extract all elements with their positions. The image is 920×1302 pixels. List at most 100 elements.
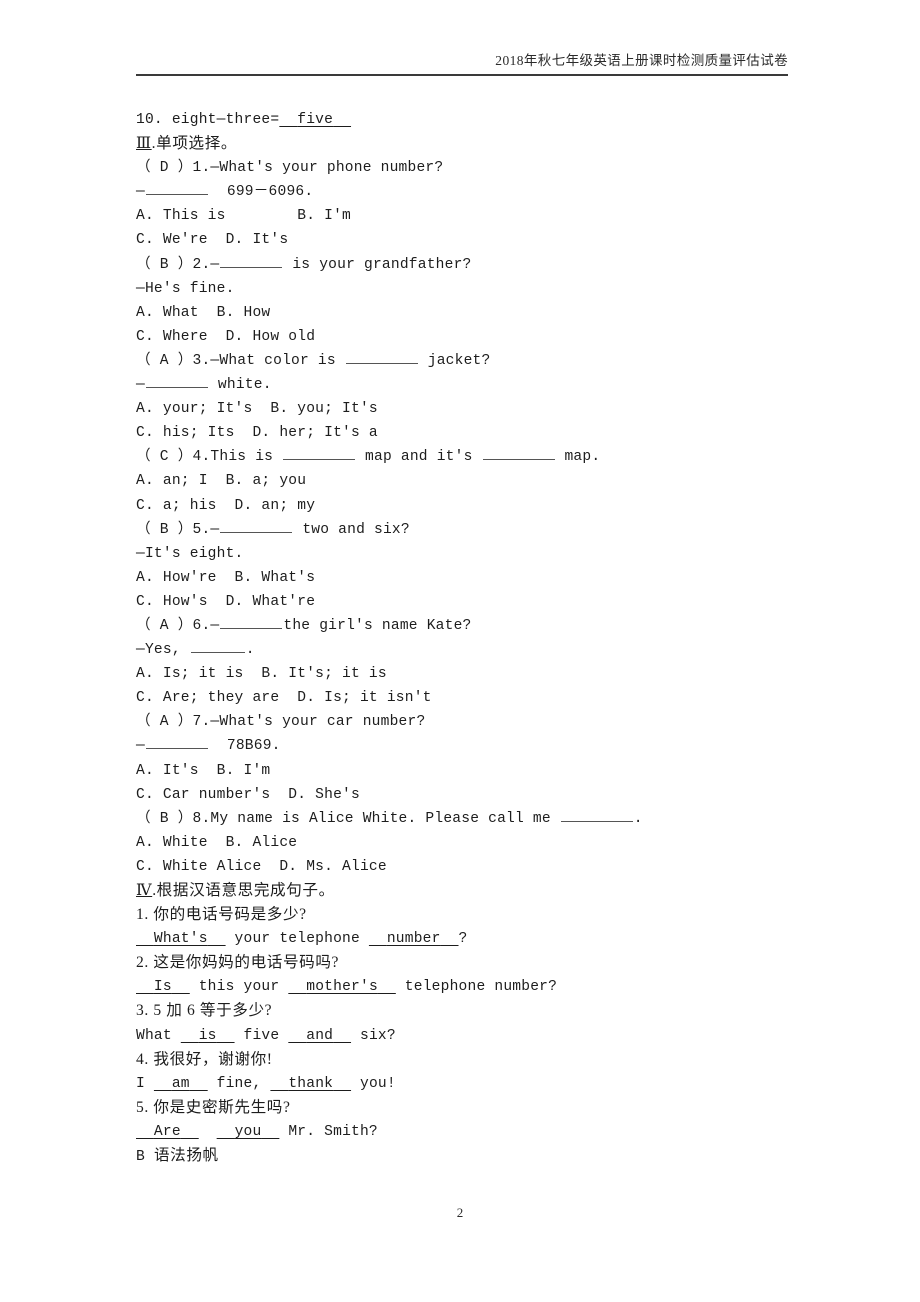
question-2-answer: B xyxy=(159,256,169,273)
translate-item-2-blank-2: mother's xyxy=(306,979,378,996)
question-1-blank xyxy=(145,181,208,196)
question-1-stem: （ D ）1.—What's your phone number? xyxy=(136,160,444,177)
question-4-answer: C xyxy=(159,449,169,466)
question-6-stem-line2: —Yes, . xyxy=(136,638,836,662)
question-6-answer: A xyxy=(159,617,169,634)
question-3-blank-1 xyxy=(345,350,418,364)
question-2-number: 2. xyxy=(192,256,211,273)
question-7-stem-line2: — 78B69. xyxy=(136,734,836,758)
item-10-stem: eight—three= xyxy=(171,112,280,128)
question-8-answer: B xyxy=(159,810,169,827)
question-8-options-c-d: C. White Alice D. Ms. Alice xyxy=(136,858,387,875)
translate-item-5-number: 5. xyxy=(136,1098,149,1116)
section-4-heading: Ⅳ.根据汉语意思完成句子。 xyxy=(136,879,836,903)
question-2-stem: （ B ）2.— is your grandfather? xyxy=(136,253,836,277)
translate-item-4-blank-1: am xyxy=(171,1075,190,1092)
question-4-blank-1 xyxy=(283,446,356,461)
question-6-stem: （ A ）6.— the girl's name Kate? xyxy=(136,614,836,638)
question-6-blank-2 xyxy=(190,639,245,654)
translate-item-5-chinese: 你是史密斯先生吗? xyxy=(148,1098,291,1116)
question-4-blank-2 xyxy=(482,446,555,461)
question-7-options-a-b: A. It's B. I'm xyxy=(136,762,271,779)
section-3-numeral: Ⅲ xyxy=(136,135,152,153)
translate-item-5-blank-1: Are xyxy=(153,1123,181,1140)
translate-item-4-number: 4. xyxy=(136,1050,149,1068)
question-5-stem-line2: —It's eight. xyxy=(136,545,244,562)
translate-item-4-blank-2: thank xyxy=(288,1075,334,1092)
question-7-options-c-d: C. Car number's D. She's xyxy=(136,786,360,803)
translate-item-5-prompt: 5. 你是史密斯先生吗? xyxy=(136,1096,836,1120)
question-3-stem-line2: — white. xyxy=(136,373,836,397)
question-7-number: 7. xyxy=(192,714,211,731)
header-title: 2018年秋七年级英语上册课时检测质量评估试卷 xyxy=(495,53,788,68)
question-1-stem-line2: — 699－6096. xyxy=(136,180,836,204)
translate-item-3-prompt: 3. 5 加 6 等于多少? xyxy=(136,999,836,1023)
question-7-answer: A xyxy=(159,714,169,731)
section-4-title: .根据汉语意思完成句子。 xyxy=(152,882,335,899)
question-1-number: 1. xyxy=(192,160,211,177)
question-5-blank xyxy=(220,518,293,533)
question-2-options-c-d: C. Where D. How old xyxy=(136,328,316,345)
question-3-options-c-d: C. his; Its D. her; It's a xyxy=(136,425,378,442)
section-4-numeral: Ⅳ xyxy=(136,882,153,899)
translate-item-3-answer: What is five and six? xyxy=(136,1027,396,1044)
question-2-stem-line2: —He's fine. xyxy=(136,280,235,297)
question-4-number: 4. xyxy=(192,449,211,466)
translate-item-4-chinese: 我很好，谢谢你! xyxy=(148,1050,273,1068)
question-1-text: —What's your phone number? xyxy=(210,160,444,177)
question-6-blank-1 xyxy=(220,615,283,629)
item-10-answer: five xyxy=(297,112,334,128)
question-5-stem: （ B ）5.— two and six? xyxy=(136,518,836,542)
question-5-options-a-b: A. How're B. What's xyxy=(136,569,316,586)
question-6-number: 6. xyxy=(192,617,211,634)
question-8-options-a-b: A. White B. Alice xyxy=(136,834,298,851)
item-10-text xyxy=(163,112,172,128)
question-2-options-a-b: A. What B. How xyxy=(136,304,271,321)
translate-item-3-number: 3. xyxy=(136,1002,149,1020)
question-5-answer: B xyxy=(159,521,169,538)
translate-item-3-blank-2: and xyxy=(306,1027,334,1044)
translate-item-1-blank-2: number xyxy=(386,931,441,948)
question-3-number: 3. xyxy=(192,352,211,369)
translate-item-4-answer: I am fine, thank you! xyxy=(136,1075,396,1092)
section-3-heading: Ⅲ.单项选择。 xyxy=(136,132,836,156)
question-3-answer: A xyxy=(159,352,169,369)
document-page: 2018年秋七年级英语上册课时检测质量评估试卷 10. eight—three=… xyxy=(0,0,920,1302)
translate-item-1-chinese: 你的电话号码是多少? xyxy=(148,906,307,924)
translate-item-5-blank-2: you xyxy=(234,1123,262,1140)
question-3-stem: （ A ）3.—What color is jacket? xyxy=(136,349,836,373)
question-3-options-a-b: A. your; It's B. you; It's xyxy=(136,401,378,418)
question-7-blank xyxy=(145,735,208,750)
translate-item-2-chinese: 这是你妈妈的电话号码吗? xyxy=(148,954,340,972)
page-number: 2 xyxy=(456,1205,464,1220)
page-footer: 2 xyxy=(0,1205,920,1221)
subsection-b-label: B xyxy=(136,1149,145,1166)
question-1-options-c-d: C. We're D. It's xyxy=(136,232,289,249)
translate-item-5-answer: Are you Mr. Smith? xyxy=(136,1120,836,1144)
header-divider xyxy=(136,74,788,76)
translate-item-1-prompt: 1. 你的电话号码是多少? xyxy=(136,903,836,927)
question-3-blank-2 xyxy=(145,374,208,389)
translate-item-3-blank-1: is xyxy=(198,1027,217,1044)
document-body: 10. eight—three= five Ⅲ.单项选择。 （ D ）1.—Wh… xyxy=(136,108,836,1168)
page-header: 2018年秋七年级英语上册课时检测质量评估试卷 xyxy=(136,52,788,76)
translate-item-1-number: 1. xyxy=(136,906,149,924)
question-5-options-c-d: C. How's D. What're xyxy=(136,593,316,610)
item-10-number: 10. xyxy=(136,112,163,128)
question-1-answer: D xyxy=(159,160,169,177)
question-4-options-a-b: A. an; I B. a; you xyxy=(136,473,307,490)
question-6-options-c-d: C. Are; they are D. Is; it isn't xyxy=(136,690,432,707)
translate-item-2-number: 2. xyxy=(136,954,149,972)
subsection-b-heading: B 语法扬帆 xyxy=(136,1144,836,1168)
question-6-options-a-b: A. Is; it is B. It's; it is xyxy=(136,666,387,683)
question-8-stem: （ B ）8.My name is Alice White. Please ca… xyxy=(136,807,836,831)
translate-item-3-chinese: 5 加 6 等于多少? xyxy=(148,1002,273,1020)
question-4-stem: （ C ）4.This is map and it's map. xyxy=(136,445,836,469)
subsection-b-title: 语法扬帆 xyxy=(144,1147,219,1165)
translate-item-1-blank-1: What's xyxy=(153,931,208,948)
question-4-options-c-d: C. a; his D. an; my xyxy=(136,497,316,514)
question-1-options-a-b: A. This is B. I'm xyxy=(136,208,351,225)
translate-item-2-blank-1: Is xyxy=(153,979,172,996)
question-5-number: 5. xyxy=(192,521,211,538)
translate-item-4-prompt: 4. 我很好，谢谢你! xyxy=(136,1048,836,1072)
